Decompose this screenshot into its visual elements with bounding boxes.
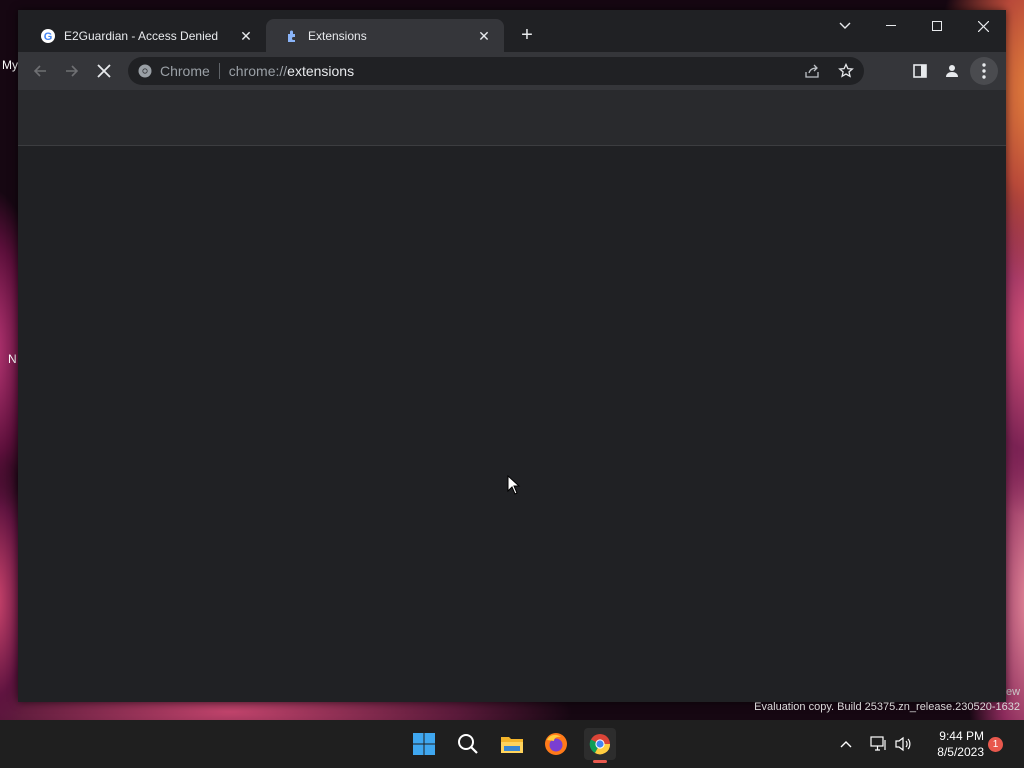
address-bar[interactable]: Chrome chrome:// extensions (128, 57, 864, 85)
volume-icon[interactable] (894, 720, 912, 768)
desktop-icon-label[interactable]: N (8, 352, 17, 366)
evaluation-watermark: Evaluation copy. Build 25375.zn_release.… (754, 701, 1020, 713)
maximize-icon[interactable] (914, 10, 960, 42)
extensions-puzzle-icon (284, 28, 300, 44)
running-indicator (593, 760, 607, 763)
start-windows-icon[interactable] (408, 728, 440, 760)
clock[interactable]: 9:44 PM 8/5/2023 (922, 720, 984, 768)
share-icon[interactable] (804, 63, 820, 79)
extensions-header-bar (18, 90, 1006, 146)
chrome-logo-icon (138, 64, 152, 78)
tab-close-icon[interactable]: ✕ (476, 28, 492, 44)
network-icon[interactable] (870, 720, 888, 768)
show-hidden-icons-chevron-icon[interactable] (840, 720, 852, 768)
new-tab-plus-icon[interactable]: + (516, 24, 538, 46)
minimize-icon[interactable] (868, 10, 914, 42)
taskbar: 9:44 PM 8/5/2023 1 (0, 720, 1024, 768)
tab-title: E2Guardian - Access Denied (64, 28, 219, 43)
mouse-cursor-icon (507, 474, 521, 500)
tab-search-chevron-icon[interactable] (830, 10, 860, 42)
notification-badge[interactable]: 1 (988, 720, 1003, 768)
close-window-icon[interactable] (960, 10, 1006, 42)
firefox-icon[interactable] (540, 728, 572, 760)
forward-arrow-icon[interactable] (58, 57, 86, 85)
google-icon: G (40, 28, 56, 44)
notification-count: 1 (988, 736, 1003, 752)
tab-title: Extensions (308, 28, 367, 43)
clock-time: 9:44 PM (939, 729, 984, 743)
back-arrow-icon[interactable] (26, 57, 54, 85)
side-panel-icon[interactable] (906, 57, 934, 85)
chrome-icon[interactable] (584, 728, 616, 763)
page-content (18, 146, 1006, 702)
search-icon[interactable] (452, 728, 484, 760)
omnibox-divider (218, 63, 220, 79)
desktop-partial-text: ew (1006, 686, 1021, 698)
tab-close-icon[interactable]: ✕ (238, 28, 254, 44)
omnibox-chip-label: Chrome (160, 63, 210, 79)
clock-date: 8/5/2023 (937, 745, 984, 759)
desktop-icon-label[interactable]: My (2, 58, 18, 72)
url-path: extensions (287, 63, 355, 79)
bookmark-star-icon[interactable] (838, 63, 854, 79)
tab-extensions[interactable]: Extensions ✕ (266, 19, 504, 52)
stop-loading-icon[interactable] (90, 57, 118, 85)
file-explorer-icon[interactable] (496, 728, 528, 760)
browser-toolbar: Chrome chrome:// extensions (18, 52, 1006, 90)
more-menu-icon[interactable] (970, 57, 998, 85)
svg-text:G: G (44, 31, 53, 43)
profile-avatar-icon[interactable] (938, 57, 966, 85)
url-prefix: chrome:// (228, 63, 288, 79)
browser-window: G E2Guardian - Access Denied ✕ Extension… (18, 10, 1006, 702)
tab-strip: G E2Guardian - Access Denied ✕ Extension… (18, 10, 1006, 52)
tab-e2guardian[interactable]: G E2Guardian - Access Denied ✕ (22, 19, 266, 52)
